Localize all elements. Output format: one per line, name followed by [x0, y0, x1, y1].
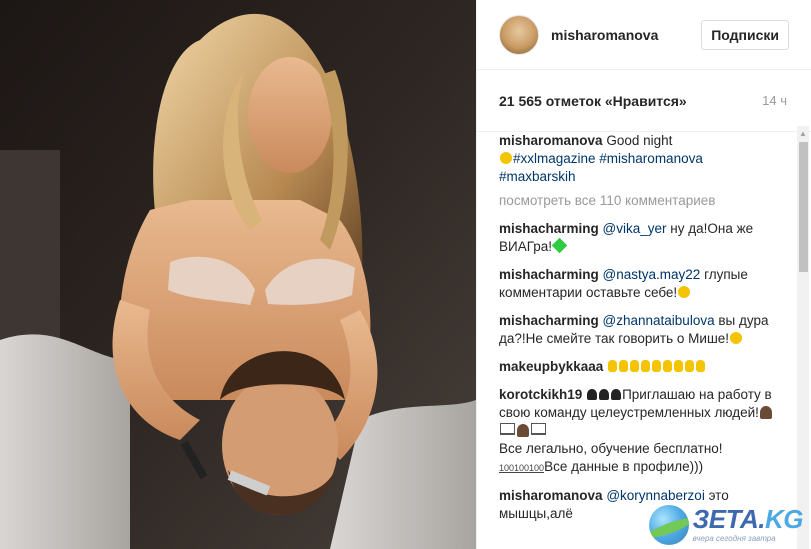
load-more-comments[interactable]: посмотреть все 110 комментариев	[499, 192, 789, 210]
comment-mention[interactable]: @vika_yer	[603, 221, 667, 236]
comment-text-2: Все легально, обучение бесплатно!	[499, 441, 723, 456]
scroll-thumb[interactable]	[798, 142, 808, 272]
green-heart-icon	[551, 237, 568, 254]
smile-emoji-icon	[678, 286, 691, 298]
comment-username[interactable]: misharomanova	[499, 488, 603, 503]
post-photo[interactable]	[0, 0, 476, 549]
watermark-brand: ЗЕТА.KG	[692, 504, 804, 534]
follow-button[interactable]: Подписки	[701, 19, 789, 50]
comment-mention[interactable]: @zhannataibulova	[603, 313, 715, 328]
list-item: korotckikh19 Приглашаю на работу в свою …	[499, 386, 789, 477]
caption: misharomanova Good night #xxlmagazine #m…	[499, 132, 789, 186]
globe-logo-icon	[648, 505, 689, 545]
post-side-panel: misharomanova Подписки 21 565 отметок «Н…	[476, 0, 811, 549]
list-item: makeupbykkaaa	[499, 358, 789, 376]
post-time[interactable]: 14 ч	[762, 93, 787, 108]
likes-count[interactable]: 21 565 отметок «Нравится»	[499, 93, 687, 109]
site-watermark: ЗЕТА.KG вчера сегодня завтра	[648, 504, 804, 545]
photo-illustration	[0, 0, 476, 549]
list-item: mishacharming @nastya.may22 глупые комме…	[499, 266, 789, 302]
avatar[interactable]	[499, 14, 539, 55]
caption-hashtags[interactable]: #xxlmagazine #misharomanova	[513, 151, 703, 166]
post-header: misharomanova Подписки	[477, 0, 811, 70]
relieved-emoji-icon	[730, 332, 743, 344]
comment-mention[interactable]: @korynnaberzoi	[606, 488, 705, 503]
list-item: mishacharming @vika_yer ну да!Она же ВИА…	[499, 220, 789, 256]
silhouette-icons	[586, 387, 622, 402]
smile-emoji-icon	[500, 152, 512, 164]
comment-username[interactable]: mishacharming	[499, 313, 599, 328]
scroll-up-arrow-icon[interactable]: ▲	[797, 126, 809, 140]
comment-text-3: Все данные в профиле)))	[544, 459, 704, 474]
comment-username[interactable]: mishacharming	[499, 221, 599, 236]
list-item: mishacharming @zhannataibulova вы дура д…	[499, 312, 789, 348]
post-username[interactable]: misharomanova	[551, 27, 701, 43]
comment-mention[interactable]: @nastya.may22	[603, 267, 701, 282]
post-stats: 21 565 отметок «Нравится» 14 ч	[477, 70, 811, 132]
watermark-tagline: вчера сегодня завтра	[692, 534, 776, 543]
comments-scrollbar[interactable]: ▲	[797, 126, 809, 549]
hundred-icon: 100100100	[499, 463, 545, 473]
caption-hashtags-2[interactable]: #maxbarskih	[499, 169, 576, 184]
clapping-hands-icons	[607, 359, 706, 374]
caption-text: Good night	[606, 133, 673, 148]
comment-username[interactable]: mishacharming	[499, 267, 599, 282]
comment-username[interactable]: makeupbykkaaa	[499, 359, 603, 374]
comments-list: misharomanova Good night #xxlmagazine #m…	[477, 132, 811, 549]
caption-username[interactable]: misharomanova	[499, 133, 603, 148]
comment-username[interactable]: korotckikh19	[499, 387, 582, 402]
instagram-post-frame: misharomanova Подписки 21 565 отметок «Н…	[0, 0, 811, 549]
